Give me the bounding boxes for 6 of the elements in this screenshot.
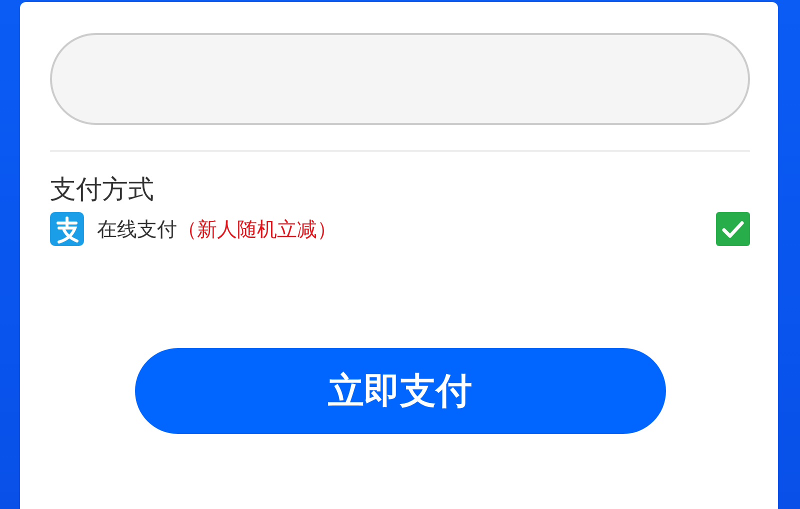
checkbox[interactable] xyxy=(716,212,750,246)
section-title: 支付方式 xyxy=(50,174,155,206)
pay-button[interactable]: 立即支付 xyxy=(134,348,666,434)
payment-logo-icon xyxy=(50,212,84,246)
payment-method-label: 在线支付 xyxy=(97,216,177,242)
promo-text: （新人随机立减） xyxy=(177,216,337,242)
